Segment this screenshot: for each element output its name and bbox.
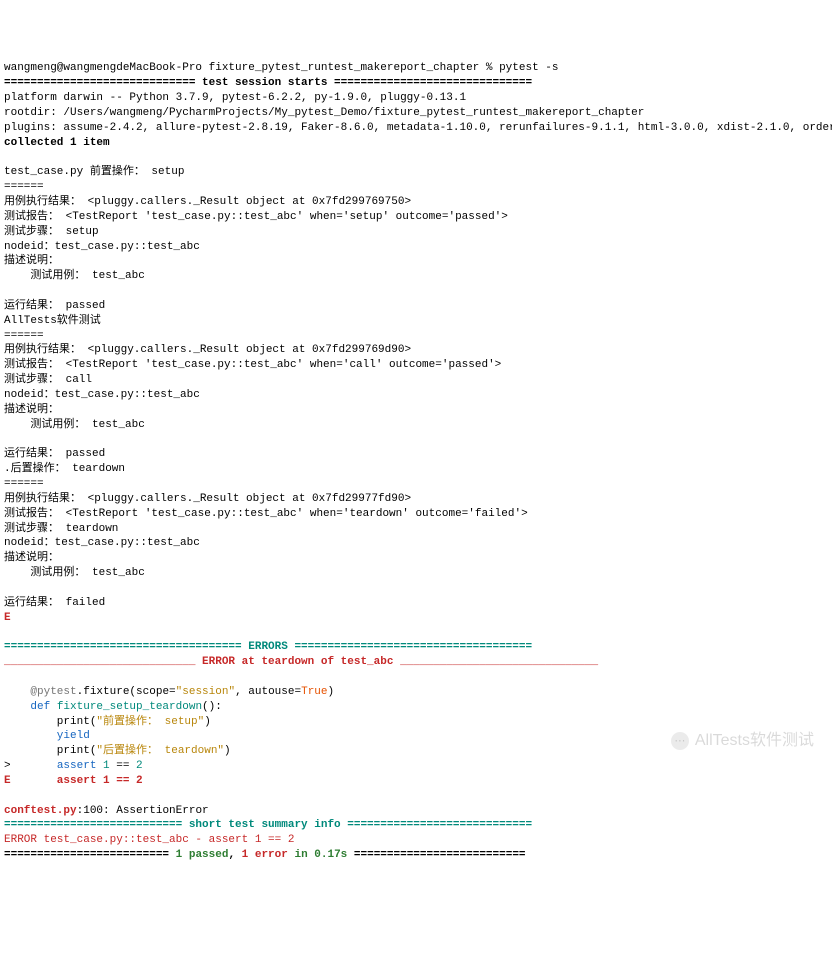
terminal-line: print("前置操作： setup") — [4, 715, 828, 730]
terminal-line: 测试用例： test_abc — [4, 418, 828, 433]
terminal-line: 用例执行结果： <pluggy.callers._Result object a… — [4, 195, 828, 210]
terminal-line: 测试步骤： call — [4, 373, 828, 388]
terminal-line: 测试报告： <TestReport 'test_case.py::test_ab… — [4, 507, 828, 522]
terminal-line: AllTests软件测试 — [4, 314, 828, 329]
terminal-line: ERROR test_case.py::test_abc - assert 1 … — [4, 833, 828, 848]
error-marker: E — [4, 612, 11, 624]
terminal-line: 运行结果： failed — [4, 596, 828, 611]
blank-line — [4, 150, 828, 165]
terminal-line: 描述说明： — [4, 551, 828, 566]
terminal-line: ==================================== ERR… — [4, 640, 828, 655]
error-at-teardown: _____________________________ ERROR at t… — [4, 656, 598, 668]
terminal-line: 测试步骤： setup — [4, 225, 828, 240]
terminal-line: nodeid：test_case.py::test_abc — [4, 388, 828, 403]
errors-header: ==================================== ERR… — [4, 641, 532, 653]
terminal-line: E assert 1 == 2 — [4, 774, 828, 789]
terminal-line: _____________________________ ERROR at t… — [4, 655, 828, 670]
terminal-line: 测试报告： <TestReport 'test_case.py::test_ab… — [4, 358, 828, 373]
blank-line — [4, 432, 828, 447]
blank-line — [4, 670, 828, 685]
terminal-line: ============================= test sessi… — [4, 76, 828, 91]
terminal-line: E — [4, 611, 828, 626]
terminal-line: def fixture_setup_teardown(): — [4, 700, 828, 715]
error-count: 1 error — [242, 849, 288, 861]
terminal-line: nodeid：test_case.py::test_abc — [4, 536, 828, 551]
terminal-line: print("后置操作： teardown") — [4, 744, 828, 759]
assert-error: E assert 1 == 2 — [4, 775, 143, 787]
terminal-line: conftest.py:100: AssertionError — [4, 804, 828, 819]
terminal-line: ========================= 1 passed, 1 er… — [4, 848, 828, 863]
blank-line — [4, 284, 828, 299]
blank-line — [4, 789, 828, 804]
terminal-line: 运行结果： passed — [4, 299, 828, 314]
summary-error: ERROR test_case.py::test_abc - assert 1 … — [4, 834, 294, 846]
terminal-line: ====== — [4, 180, 828, 195]
terminal-line: test_case.py 前置操作： setup — [4, 165, 828, 180]
terminal-line: 测试步骤： teardown — [4, 522, 828, 537]
terminal-line: plugins: assume-2.4.2, allure-pytest-2.8… — [4, 121, 828, 136]
terminal-line: > assert 1 == 2 — [4, 759, 828, 774]
terminal-line: 测试报告： <TestReport 'test_case.py::test_ab… — [4, 210, 828, 225]
terminal-line: .后置操作： teardown — [4, 462, 828, 477]
terminal-line: wangmeng@wangmengdeMacBook-Pro fixture_p… — [4, 61, 828, 76]
terminal-line: yield — [4, 729, 828, 744]
terminal-line: 运行结果： passed — [4, 447, 828, 462]
terminal-line: rootdir: /Users/wangmeng/PycharmProjects… — [4, 106, 828, 121]
collected: collected 1 item — [4, 137, 110, 149]
short-summary-header: =========================== short test s… — [4, 819, 532, 831]
blank-line — [4, 581, 828, 596]
passed-count: 1 passed — [176, 849, 229, 861]
terminal-line: 用例执行结果： <pluggy.callers._Result object a… — [4, 343, 828, 358]
terminal-line: ====== — [4, 477, 828, 492]
terminal-line: =========================== short test s… — [4, 818, 828, 833]
terminal-line: 测试用例： test_abc — [4, 566, 828, 581]
terminal-line: collected 1 item — [4, 136, 828, 151]
terminal-line: nodeid：test_case.py::test_abc — [4, 240, 828, 255]
blank-line — [4, 625, 828, 640]
terminal-line: 测试用例： test_abc — [4, 269, 828, 284]
terminal-line: ====== — [4, 329, 828, 344]
terminal-line: 描述说明： — [4, 254, 828, 269]
terminal-line: 描述说明： — [4, 403, 828, 418]
session-header: ============================= test sessi… — [4, 77, 532, 89]
terminal-line: platform darwin -- Python 3.7.9, pytest-… — [4, 91, 828, 106]
terminal-line: 用例执行结果： <pluggy.callers._Result object a… — [4, 492, 828, 507]
terminal-line: @pytest.fixture(scope="session", autouse… — [4, 685, 828, 700]
